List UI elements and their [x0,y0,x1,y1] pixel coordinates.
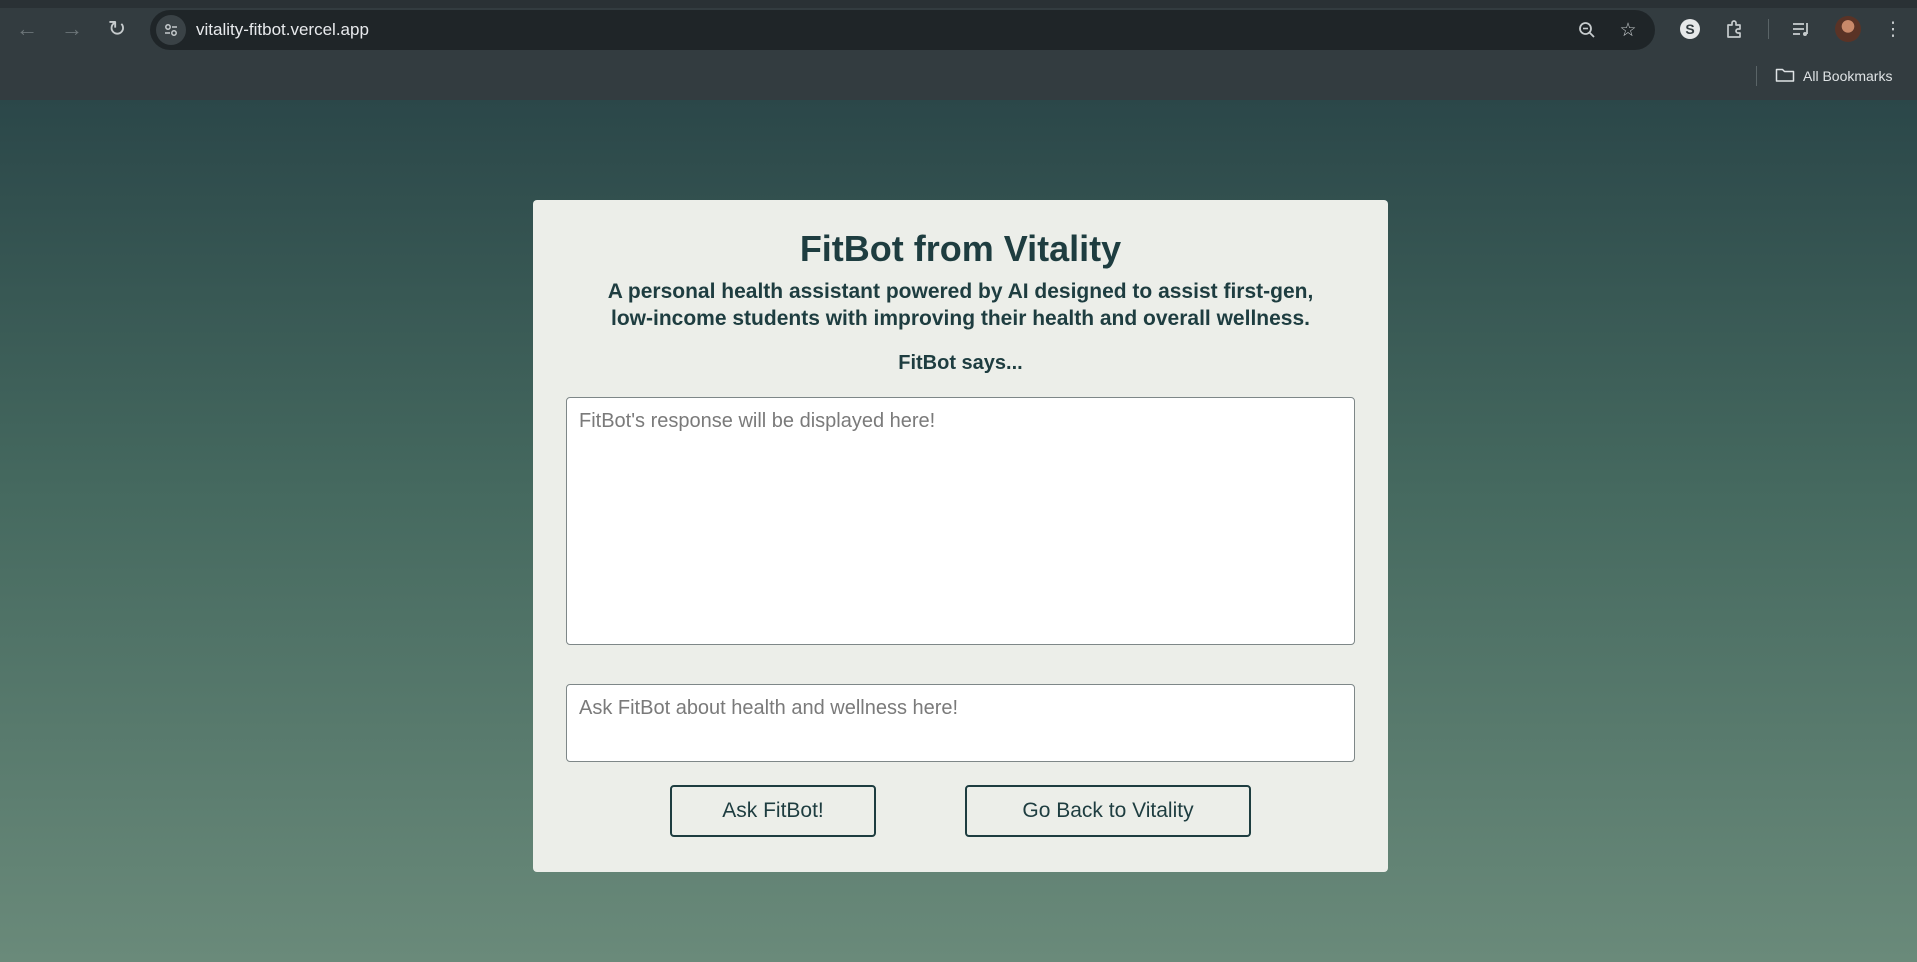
toolbar-divider [1768,19,1769,39]
reload-icon[interactable]: ↻ [100,12,134,46]
all-bookmarks-label: All Bookmarks [1803,68,1893,84]
avatar[interactable] [1835,16,1861,42]
response-output[interactable] [566,397,1355,645]
svg-text:S: S [1685,21,1694,37]
question-input[interactable] [566,684,1355,762]
kebab-menu-icon[interactable]: ⋮ [1876,12,1910,46]
page-viewport: FitBot from Vitality A personal health a… [0,100,1917,962]
zoom-out-icon[interactable] [1572,15,1602,45]
folder-icon [1775,67,1795,86]
address-bar[interactable]: vitality-fitbot.vercel.app ☆ [150,10,1655,50]
page-title: FitBot from Vitality [799,228,1122,269]
tab-strip [0,0,1917,8]
back-arrow-icon[interactable]: ← [10,12,44,46]
forward-arrow-icon[interactable]: → [55,12,89,46]
bookmarks-bar [0,58,1917,100]
star-icon[interactable]: ☆ [1613,15,1643,45]
browser-chrome: ← → ↻ vitality-fitbot.vercel.app ☆ S ⋮ A… [0,0,1917,100]
fitbot-card: FitBot from Vitality A personal health a… [533,200,1388,872]
go-back-button[interactable]: Go Back to Vitality [965,785,1251,837]
page-subtitle: A personal health assistant powered by A… [607,280,1314,330]
bookmarks-divider [1756,66,1757,86]
tune-icon[interactable] [156,15,186,45]
url-text[interactable]: vitality-fitbot.vercel.app [196,20,369,40]
puzzle-icon[interactable] [1718,12,1752,46]
media-controls-icon[interactable] [1784,12,1818,46]
ask-fitbot-button[interactable]: Ask FitBot! [670,785,876,837]
s-extension-icon[interactable]: S [1673,12,1707,46]
all-bookmarks-button[interactable]: All Bookmarks [1775,64,1892,88]
fitbot-says-label: FitBot says... [898,352,1023,374]
